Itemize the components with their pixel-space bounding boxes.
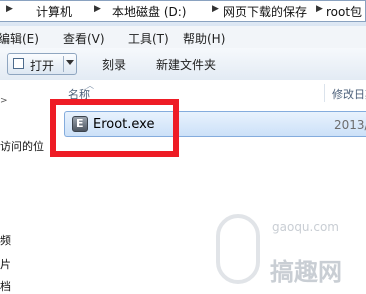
open-icon <box>13 58 24 69</box>
nav-item-videos[interactable]: 频 <box>0 232 11 248</box>
nav-item-recent-places[interactable]: 访问的位 <box>0 138 44 154</box>
breadcrumb-item-drive[interactable]: 本地磁盘 (D:) <box>112 3 186 20</box>
nav-expand-icon[interactable]: > <box>0 96 8 106</box>
watermark-logo-icon <box>216 214 260 284</box>
new-folder-button[interactable]: 新建文件夹 <box>156 56 216 73</box>
breadcrumb-separator-icon[interactable]: ▶ <box>212 4 219 14</box>
highlight-box <box>50 99 179 157</box>
menu-bar: 编辑(E) 查看(V) 工具(T) 帮助(H) <box>0 26 366 49</box>
column-divider[interactable] <box>324 84 325 102</box>
burn-button[interactable]: 刻录 <box>102 56 126 73</box>
file-modified-date: 2013/ <box>334 118 366 132</box>
breadcrumb-separator-icon[interactable]: ▶ <box>94 4 101 14</box>
breadcrumb-separator-icon[interactable]: ▶ <box>6 4 13 14</box>
open-label: 打开 <box>30 59 55 73</box>
menu-help[interactable]: 帮助(H) <box>183 30 225 47</box>
chevron-down-icon[interactable] <box>66 60 74 65</box>
column-header-modified[interactable]: 修改日期 <box>332 86 366 102</box>
breadcrumb-item-computer[interactable]: 计算机 <box>36 3 72 20</box>
open-button[interactable]: 打开 <box>7 53 77 75</box>
address-bar[interactable]: ▶ 计算机 ▶ 本地磁盘 (D:) ▶ 网页下载的保存 ▶ root包 <box>0 0 366 27</box>
menu-edit[interactable]: 编辑(E) <box>0 30 39 47</box>
breadcrumb-item-root-folder[interactable]: root包 <box>326 3 362 20</box>
split-divider <box>63 56 64 72</box>
menu-view[interactable]: 查看(V) <box>63 30 105 47</box>
menu-tools[interactable]: 工具(T) <box>128 30 169 47</box>
sort-arrow-icon: ︿ <box>86 81 94 90</box>
toolbar: 打开 刻录 新建文件夹 <box>0 48 366 81</box>
navigation-pane: > 访问的位 频 片 档 <box>0 80 52 293</box>
breadcrumb-item-download-folder[interactable]: 网页下载的保存 <box>223 3 307 20</box>
watermark-brand: 搞趣网 <box>270 258 342 286</box>
nav-item-documents[interactable]: 档 <box>0 278 11 294</box>
watermark-url: gaoqu.com <box>272 220 339 234</box>
breadcrumb[interactable]: ▶ 计算机 ▶ 本地磁盘 (D:) ▶ 网页下载的保存 ▶ root包 <box>0 0 366 22</box>
breadcrumb-separator-icon[interactable]: ▶ <box>316 4 323 14</box>
nav-item-pictures[interactable]: 片 <box>0 256 11 272</box>
